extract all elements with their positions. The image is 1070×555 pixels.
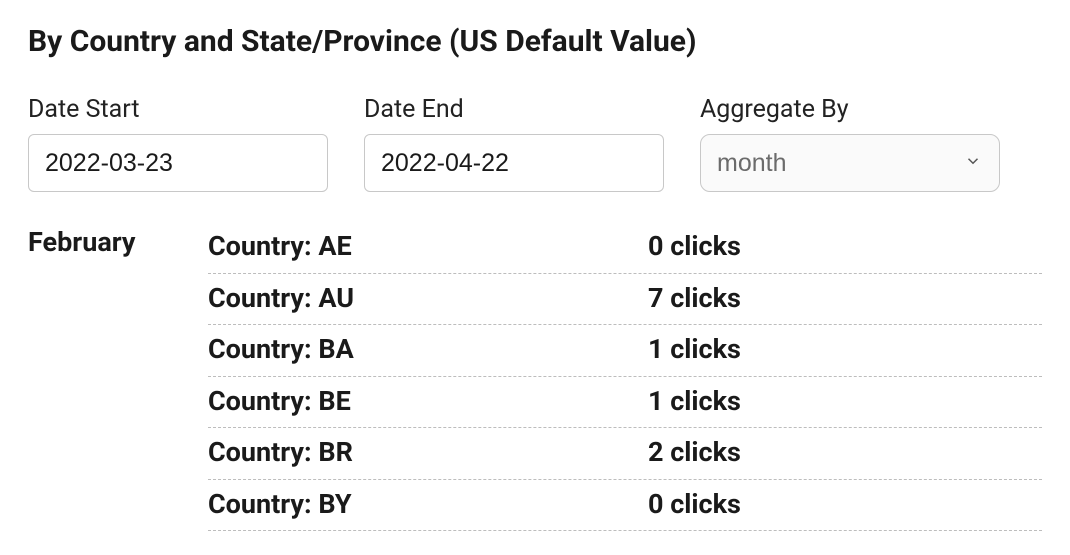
clicks-cell: 2 clicks: [648, 432, 1042, 473]
aggregate-select-wrap[interactable]: month: [700, 134, 1000, 192]
filters-row: Date Start Date End Aggregate By month: [28, 95, 1042, 192]
date-end-label: Date End: [364, 95, 664, 124]
results-section: February Country: AE0 clicksCountry: AU7…: [28, 222, 1042, 531]
clicks-cell: 1 clicks: [648, 329, 1042, 370]
table-row: Country: BY0 clicks: [208, 480, 1042, 532]
date-start-group: Date Start: [28, 95, 328, 192]
clicks-cell: 7 clicks: [648, 278, 1042, 319]
page-title: By Country and State/Province (US Defaul…: [28, 24, 1042, 59]
aggregate-select[interactable]: month: [700, 134, 1000, 192]
month-column: February: [28, 222, 168, 531]
country-cell: Country: AE: [208, 226, 648, 267]
country-cell: Country: BE: [208, 381, 648, 422]
clicks-cell: 0 clicks: [648, 226, 1042, 267]
date-end-group: Date End: [364, 95, 664, 192]
clicks-cell: 0 clicks: [648, 484, 1042, 525]
country-cell: Country: BY: [208, 484, 648, 525]
table-row: Country: AU7 clicks: [208, 274, 1042, 326]
table-row: Country: BA1 clicks: [208, 325, 1042, 377]
country-cell: Country: BA: [208, 329, 648, 370]
date-start-input[interactable]: [28, 134, 328, 192]
date-start-label: Date Start: [28, 95, 328, 124]
date-end-input[interactable]: [364, 134, 664, 192]
table-row: Country: AE0 clicks: [208, 222, 1042, 274]
country-cell: Country: BR: [208, 432, 648, 473]
table-row: Country: BR2 clicks: [208, 428, 1042, 480]
rows-column: Country: AE0 clicksCountry: AU7 clicksCo…: [208, 222, 1042, 531]
clicks-cell: 1 clicks: [648, 381, 1042, 422]
country-cell: Country: AU: [208, 278, 648, 319]
aggregate-group: Aggregate By month: [700, 95, 1000, 192]
table-row: Country: BE1 clicks: [208, 377, 1042, 429]
aggregate-label: Aggregate By: [700, 95, 1000, 124]
month-label: February: [28, 222, 168, 263]
